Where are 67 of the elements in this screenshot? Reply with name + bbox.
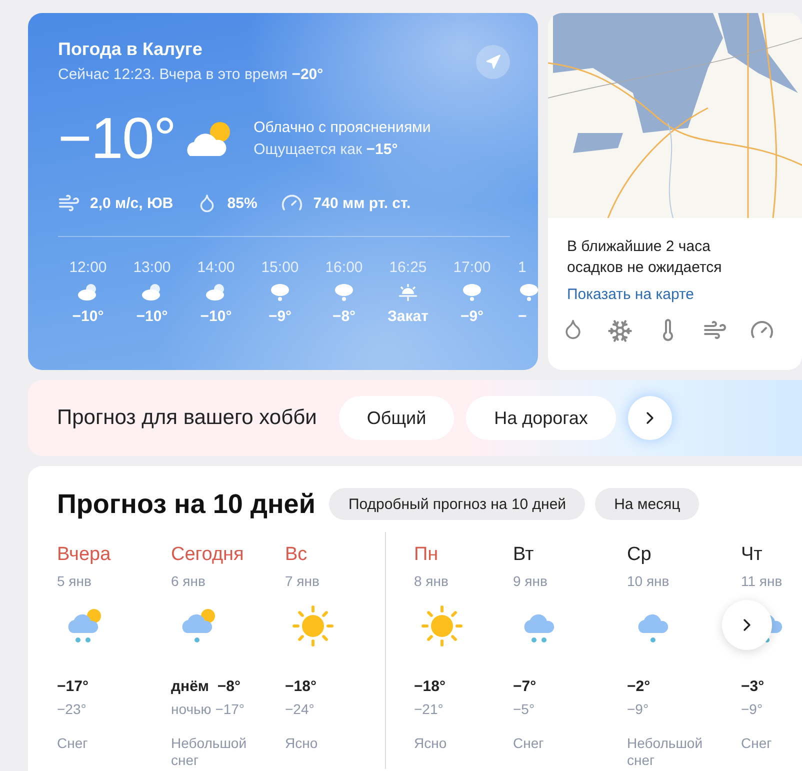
hour-temperature: −9° — [460, 308, 484, 325]
day-condition: Снег — [513, 735, 545, 752]
day-date: 7 янв — [285, 573, 320, 589]
day-name: Пн — [414, 544, 440, 566]
night-temperature: −23° — [57, 701, 88, 717]
day-temperature: −18° — [285, 678, 318, 695]
nowcast-message: В ближайшие 2 часа осадков не ожидается — [567, 237, 723, 278]
day-condition: Ясно — [414, 735, 448, 752]
day-condition: Небольшой снег — [171, 735, 248, 769]
night-temperature: −9° — [741, 701, 764, 717]
hour-time: 16:25 — [389, 259, 427, 276]
pressure-value: 740 мм рт. ст. — [313, 194, 411, 212]
day-name: Вчера — [57, 544, 112, 566]
night-temperature: −24° — [285, 701, 316, 717]
hour-temperature: −9° — [268, 308, 292, 325]
day-date: 8 янв — [414, 573, 450, 589]
day-name: Вт — [513, 544, 535, 566]
hour-temperature: −10° — [136, 308, 168, 325]
hobby-tab[interactable]: Общий — [338, 396, 454, 440]
forecast-title: Прогноз на 10 дней — [57, 488, 316, 520]
day-temperature: −17° — [57, 678, 90, 695]
night-temperature: ночью −17° — [171, 701, 246, 717]
night-temperature: −21° — [414, 701, 444, 717]
current-temperature: −10° — [58, 105, 176, 172]
wind-value: 2,0 м/с, ЮВ — [90, 194, 174, 212]
hobby-tab[interactable]: На дорогах — [466, 396, 616, 440]
day-date: 9 янв — [513, 573, 548, 589]
day-temperature: −2° — [627, 678, 652, 695]
day-condition: Ясно — [285, 735, 319, 752]
hour-temperature: −10° — [72, 308, 104, 325]
day-temperature: днём −8° — [171, 678, 242, 695]
hour-time: 13:00 — [133, 259, 171, 276]
current-time-text: Сейчас 12:23. Вчера в это время −20° — [58, 66, 324, 83]
show-map-link[interactable]: Показать на карте — [567, 286, 694, 303]
day-temperature: −3° — [741, 678, 766, 695]
day-name: Ср — [627, 544, 652, 566]
hour-temperature: −10° — [200, 308, 232, 325]
hour-time: 15:00 — [261, 259, 299, 276]
day-condition: Снег — [741, 735, 773, 752]
hour-time: 12:00 — [69, 259, 107, 276]
day-temperature: −18° — [414, 678, 446, 695]
day-date: 11 янв — [741, 573, 784, 589]
forecast-link-button[interactable]: Подробный прогноз на 10 дней — [329, 488, 586, 520]
day-name: Чт — [741, 544, 764, 566]
hour-time: 1 — [518, 259, 526, 276]
hour-temperature: Закат — [388, 308, 428, 325]
day-date: 6 янв — [171, 573, 206, 589]
night-temperature: −5° — [513, 701, 536, 717]
day-temperature: −7° — [513, 678, 538, 695]
hour-temperature: − — [518, 308, 527, 325]
hour-time: 17:00 — [453, 259, 491, 276]
day-condition: Небольшой снег — [627, 735, 704, 769]
hour-time: 14:00 — [197, 259, 235, 276]
day-date: 5 янв — [57, 573, 92, 589]
condition-text: Облачно с прояснениями — [254, 119, 431, 136]
day-name: Сегодня — [171, 544, 245, 566]
day-date: 10 янв — [627, 573, 670, 589]
hour-time: 16:00 — [325, 259, 363, 276]
feels-like-text: Ощущается как −15° — [254, 141, 399, 158]
day-condition: Снег — [57, 735, 89, 752]
hobby-title: Прогноз для вашего хобби — [57, 406, 317, 430]
city-title: Погода в Калуге — [58, 39, 204, 60]
humidity-value: 85% — [227, 194, 258, 212]
day-name: Вс — [285, 544, 308, 566]
forecast-link-button[interactable]: На месяц — [595, 488, 700, 520]
night-temperature: −9° — [627, 701, 650, 717]
hour-temperature: −8° — [332, 308, 356, 325]
